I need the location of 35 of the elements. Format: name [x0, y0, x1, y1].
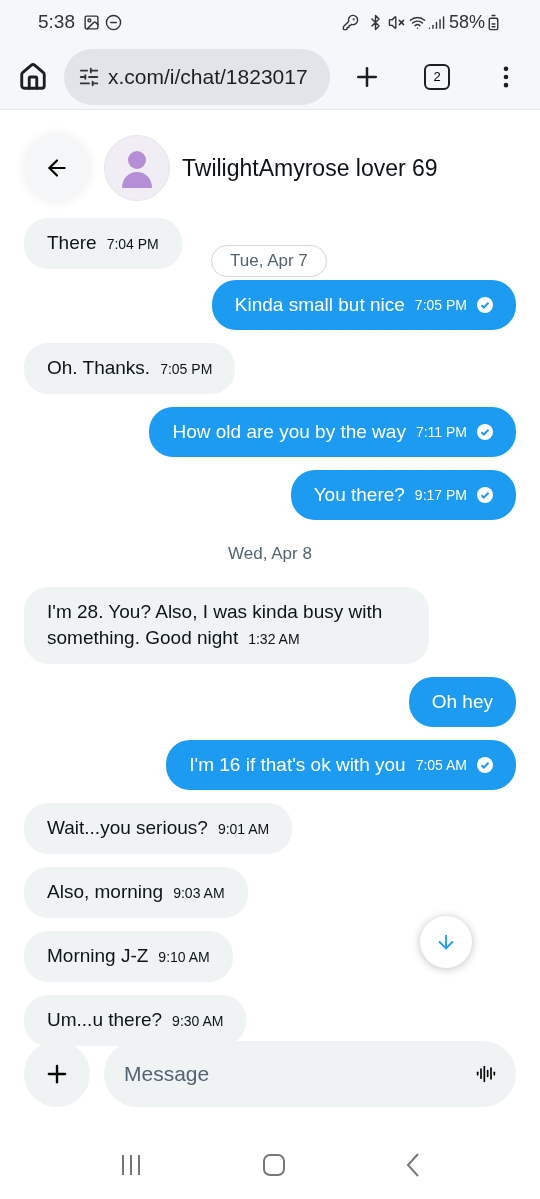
mute-icon [387, 14, 405, 31]
person-icon [119, 148, 155, 188]
home-nav-icon[interactable] [263, 1154, 285, 1176]
back-nav-icon[interactable] [405, 1153, 420, 1177]
outgoing-message: Kinda small but nice 7:05 PM [211, 279, 516, 330]
incoming-message: Morning J-Z 9:10 AM [24, 931, 233, 982]
incoming-message: Um...u there? 9:30 AM [24, 995, 247, 1046]
key-icon [341, 14, 359, 31]
contact-name[interactable]: TwilightAmyrose lover 69 [182, 150, 438, 186]
incoming-message: I'm 28. You? Also, I was kinda busy with something. Good night 1:32 AM [24, 587, 429, 664]
outgoing-message: Oh hey [408, 677, 516, 727]
outgoing-message: How old are you by the way 7:11 PM [149, 406, 516, 457]
home-icon[interactable] [18, 62, 48, 92]
url-text: x.com/i/chat/1823017 [108, 64, 308, 91]
voice-icon[interactable] [476, 1064, 496, 1084]
incoming-message: There 7:04 PM [24, 218, 182, 269]
incoming-message: Wait...you serious? 9:01 AM [24, 803, 293, 854]
date-divider: Wed, Apr 8 [228, 542, 312, 565]
signal-icon [427, 14, 445, 31]
site-settings-icon[interactable] [78, 66, 100, 88]
incoming-message: Also, morning 9:03 AM [24, 867, 248, 918]
outgoing-message: I'm 16 if that's ok with you 7:05 AM [166, 740, 516, 790]
battery-percent: 58% [448, 11, 485, 34]
image-icon [83, 14, 100, 31]
recent-apps-icon[interactable] [120, 1154, 143, 1176]
message-field[interactable]: Message [104, 1041, 516, 1107]
address-bar[interactable]: x.com/i/chat/1823017 [64, 49, 330, 105]
message-input[interactable]: Message [124, 1058, 476, 1090]
status-time: 5:38 [38, 10, 75, 35]
do-not-disturb-icon [105, 14, 122, 31]
incoming-message: Oh. Thanks. 7:05 PM [24, 342, 236, 394]
wifi-icon [408, 14, 426, 31]
tab-count-button[interactable]: 2 [424, 64, 450, 90]
outgoing-message: You there? 9:17 PM [290, 469, 516, 520]
date-chip: Tue, Apr 7 [211, 245, 327, 277]
